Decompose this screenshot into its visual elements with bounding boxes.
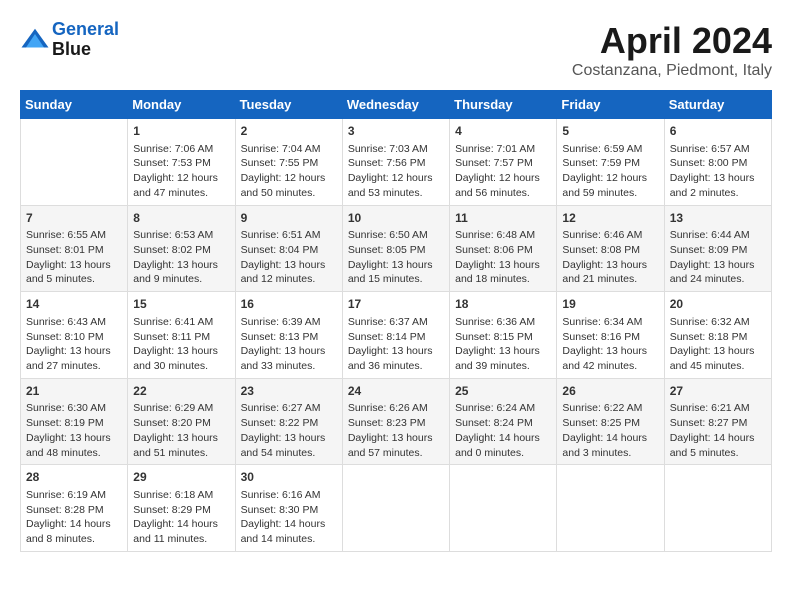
- calendar-cell: 13Sunrise: 6:44 AMSunset: 8:09 PMDayligh…: [664, 205, 771, 292]
- day-number: 22: [133, 383, 229, 400]
- calendar-cell: 8Sunrise: 6:53 AMSunset: 8:02 PMDaylight…: [128, 205, 235, 292]
- day-number: 30: [241, 469, 337, 486]
- calendar-cell: 18Sunrise: 6:36 AMSunset: 8:15 PMDayligh…: [450, 292, 557, 379]
- calendar-table: SundayMondayTuesdayWednesdayThursdayFrid…: [20, 90, 772, 552]
- day-number: 25: [455, 383, 551, 400]
- week-row-3: 14Sunrise: 6:43 AMSunset: 8:10 PMDayligh…: [21, 292, 772, 379]
- calendar-cell: 23Sunrise: 6:27 AMSunset: 8:22 PMDayligh…: [235, 378, 342, 465]
- day-number: 19: [562, 296, 658, 313]
- logo: General Blue: [20, 20, 119, 60]
- calendar-cell: 28Sunrise: 6:19 AMSunset: 8:28 PMDayligh…: [21, 465, 128, 552]
- week-row-1: 1Sunrise: 7:06 AMSunset: 7:53 PMDaylight…: [21, 119, 772, 206]
- day-number: 14: [26, 296, 122, 313]
- calendar-cell: 27Sunrise: 6:21 AMSunset: 8:27 PMDayligh…: [664, 378, 771, 465]
- calendar-header-row: SundayMondayTuesdayWednesdayThursdayFrid…: [21, 91, 772, 119]
- day-number: 15: [133, 296, 229, 313]
- day-number: 9: [241, 210, 337, 227]
- calendar-cell: [21, 119, 128, 206]
- column-header-thursday: Thursday: [450, 91, 557, 119]
- day-number: 7: [26, 210, 122, 227]
- calendar-cell: [342, 465, 449, 552]
- calendar-cell: 20Sunrise: 6:32 AMSunset: 8:18 PMDayligh…: [664, 292, 771, 379]
- calendar-cell: 5Sunrise: 6:59 AMSunset: 7:59 PMDaylight…: [557, 119, 664, 206]
- column-header-monday: Monday: [128, 91, 235, 119]
- day-number: 24: [348, 383, 444, 400]
- calendar-cell: 15Sunrise: 6:41 AMSunset: 8:11 PMDayligh…: [128, 292, 235, 379]
- calendar-cell: 17Sunrise: 6:37 AMSunset: 8:14 PMDayligh…: [342, 292, 449, 379]
- calendar-cell: 2Sunrise: 7:04 AMSunset: 7:55 PMDaylight…: [235, 119, 342, 206]
- calendar-cell: 4Sunrise: 7:01 AMSunset: 7:57 PMDaylight…: [450, 119, 557, 206]
- week-row-5: 28Sunrise: 6:19 AMSunset: 8:28 PMDayligh…: [21, 465, 772, 552]
- calendar-cell: 12Sunrise: 6:46 AMSunset: 8:08 PMDayligh…: [557, 205, 664, 292]
- column-header-friday: Friday: [557, 91, 664, 119]
- calendar-cell: 11Sunrise: 6:48 AMSunset: 8:06 PMDayligh…: [450, 205, 557, 292]
- day-number: 29: [133, 469, 229, 486]
- calendar-cell: 30Sunrise: 6:16 AMSunset: 8:30 PMDayligh…: [235, 465, 342, 552]
- day-number: 16: [241, 296, 337, 313]
- logo-text: General Blue: [52, 20, 119, 60]
- calendar-cell: 25Sunrise: 6:24 AMSunset: 8:24 PMDayligh…: [450, 378, 557, 465]
- day-number: 1: [133, 123, 229, 140]
- calendar-cell: 1Sunrise: 7:06 AMSunset: 7:53 PMDaylight…: [128, 119, 235, 206]
- day-number: 21: [26, 383, 122, 400]
- day-number: 6: [670, 123, 766, 140]
- calendar-cell: 6Sunrise: 6:57 AMSunset: 8:00 PMDaylight…: [664, 119, 771, 206]
- calendar-cell: 16Sunrise: 6:39 AMSunset: 8:13 PMDayligh…: [235, 292, 342, 379]
- column-header-saturday: Saturday: [664, 91, 771, 119]
- week-row-4: 21Sunrise: 6:30 AMSunset: 8:19 PMDayligh…: [21, 378, 772, 465]
- column-header-tuesday: Tuesday: [235, 91, 342, 119]
- calendar-body: 1Sunrise: 7:06 AMSunset: 7:53 PMDaylight…: [21, 119, 772, 552]
- day-number: 18: [455, 296, 551, 313]
- calendar-cell: 24Sunrise: 6:26 AMSunset: 8:23 PMDayligh…: [342, 378, 449, 465]
- calendar-cell: 9Sunrise: 6:51 AMSunset: 8:04 PMDaylight…: [235, 205, 342, 292]
- calendar-cell: 7Sunrise: 6:55 AMSunset: 8:01 PMDaylight…: [21, 205, 128, 292]
- calendar-cell: [557, 465, 664, 552]
- calendar-cell: [664, 465, 771, 552]
- title-block: April 2024 Costanzana, Piedmont, Italy: [572, 20, 772, 80]
- page-header: General Blue April 2024 Costanzana, Pied…: [20, 20, 772, 80]
- month-title: April 2024: [572, 20, 772, 62]
- day-number: 12: [562, 210, 658, 227]
- column-header-sunday: Sunday: [21, 91, 128, 119]
- day-number: 10: [348, 210, 444, 227]
- calendar-cell: 26Sunrise: 6:22 AMSunset: 8:25 PMDayligh…: [557, 378, 664, 465]
- logo-icon: [20, 25, 50, 55]
- calendar-cell: 3Sunrise: 7:03 AMSunset: 7:56 PMDaylight…: [342, 119, 449, 206]
- calendar-cell: 29Sunrise: 6:18 AMSunset: 8:29 PMDayligh…: [128, 465, 235, 552]
- calendar-cell: 21Sunrise: 6:30 AMSunset: 8:19 PMDayligh…: [21, 378, 128, 465]
- day-number: 4: [455, 123, 551, 140]
- calendar-cell: 19Sunrise: 6:34 AMSunset: 8:16 PMDayligh…: [557, 292, 664, 379]
- day-number: 20: [670, 296, 766, 313]
- day-number: 2: [241, 123, 337, 140]
- calendar-cell: 14Sunrise: 6:43 AMSunset: 8:10 PMDayligh…: [21, 292, 128, 379]
- week-row-2: 7Sunrise: 6:55 AMSunset: 8:01 PMDaylight…: [21, 205, 772, 292]
- column-header-wednesday: Wednesday: [342, 91, 449, 119]
- day-number: 23: [241, 383, 337, 400]
- day-number: 26: [562, 383, 658, 400]
- day-number: 5: [562, 123, 658, 140]
- day-number: 27: [670, 383, 766, 400]
- day-number: 28: [26, 469, 122, 486]
- day-number: 8: [133, 210, 229, 227]
- calendar-cell: 22Sunrise: 6:29 AMSunset: 8:20 PMDayligh…: [128, 378, 235, 465]
- calendar-cell: [450, 465, 557, 552]
- location-subtitle: Costanzana, Piedmont, Italy: [572, 62, 772, 80]
- day-number: 11: [455, 210, 551, 227]
- day-number: 3: [348, 123, 444, 140]
- calendar-cell: 10Sunrise: 6:50 AMSunset: 8:05 PMDayligh…: [342, 205, 449, 292]
- day-number: 13: [670, 210, 766, 227]
- day-number: 17: [348, 296, 444, 313]
